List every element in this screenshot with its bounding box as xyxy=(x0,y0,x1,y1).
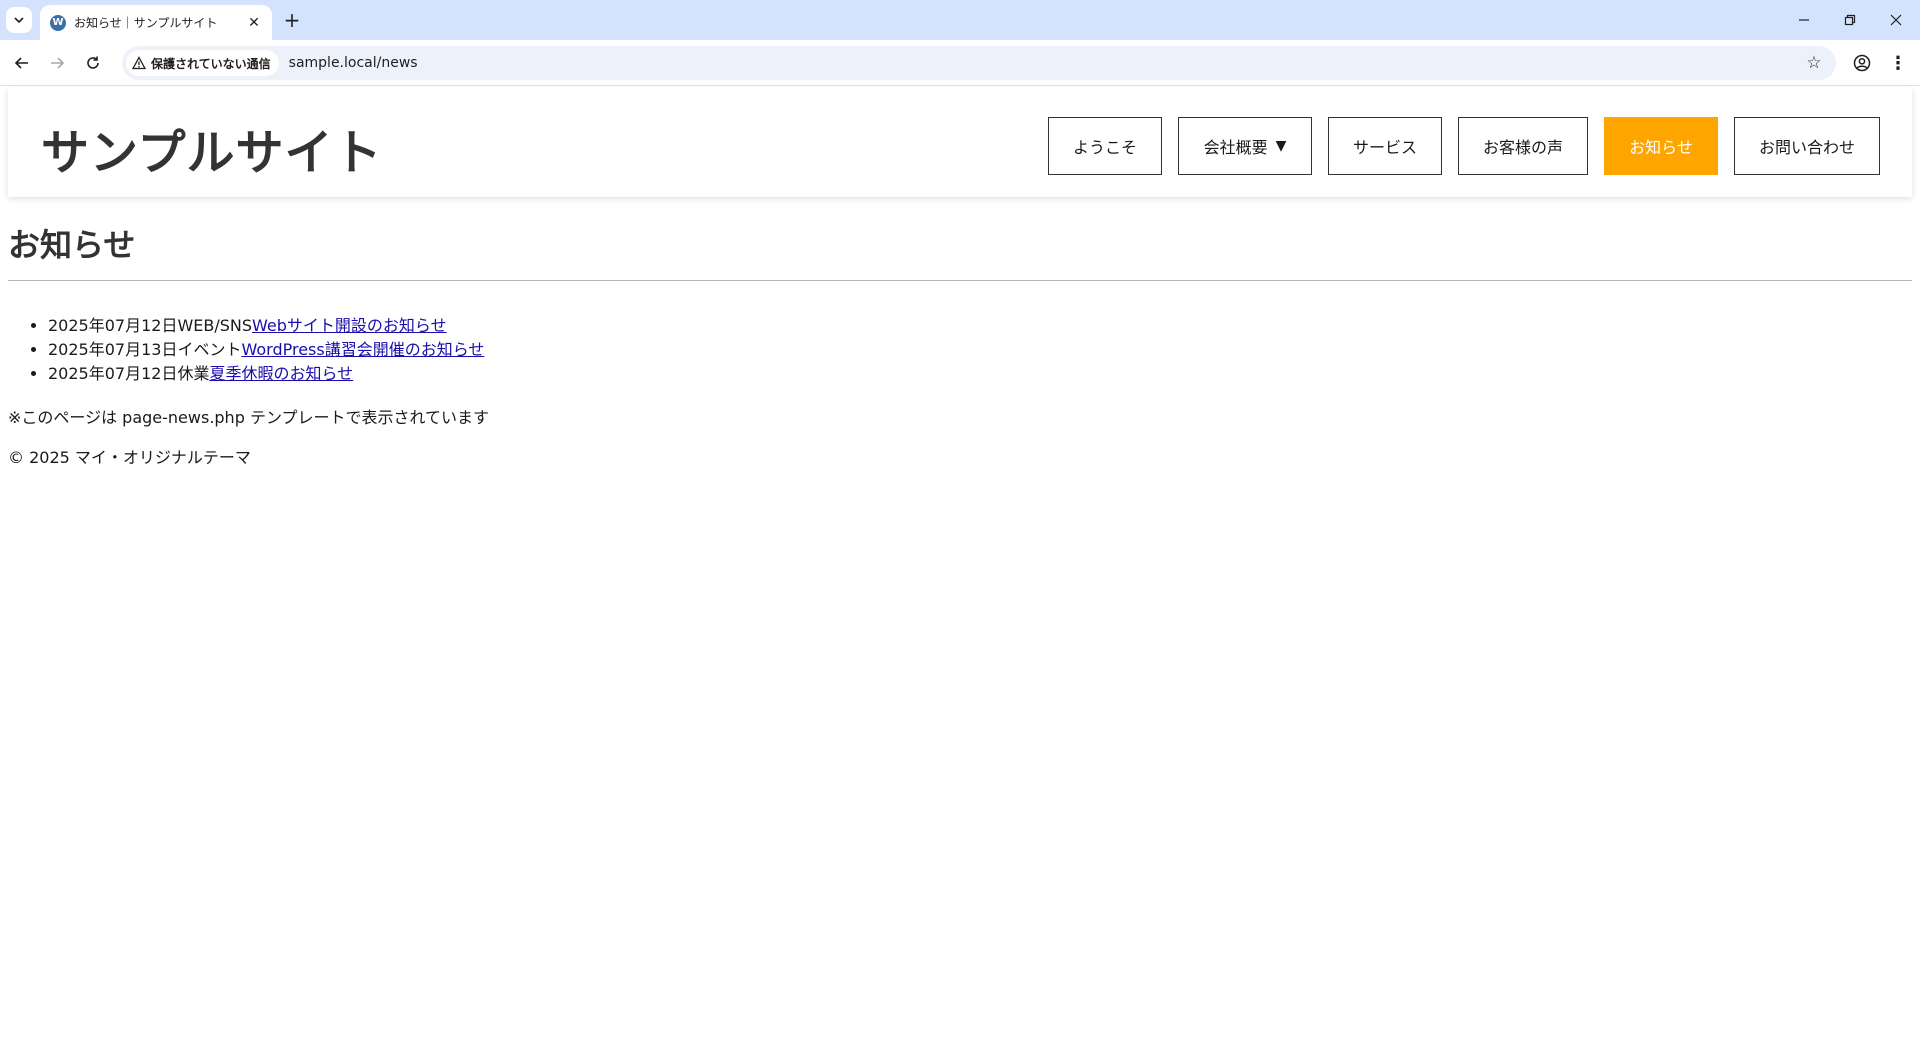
close-icon[interactable]: ✕ xyxy=(246,15,262,31)
address-bar[interactable]: 保護されていない通信 sample.local/news ☆ xyxy=(122,46,1836,80)
list-item: 2025年07月13日イベントWordPress講習会開催のお知らせ xyxy=(48,338,484,362)
restore-icon xyxy=(1844,14,1856,26)
tab-strip: W お知らせ｜サンプルサイト ✕ + xyxy=(0,0,1920,40)
news-list: 2025年07月12日WEB/SNSWebサイト開設のお知らせ 2025年07月… xyxy=(48,314,484,386)
dropdown-caret-icon: ▼ xyxy=(1275,138,1287,154)
news-link[interactable]: Webサイト開設のお知らせ xyxy=(252,316,447,335)
list-item: 2025年07月12日休業夏季休暇のお知らせ xyxy=(48,362,484,386)
nav-label: 会社概要 xyxy=(1203,138,1268,157)
nav-label: お客様の声 xyxy=(1482,138,1563,157)
site-footer: © 2025 マイ・オリジナルテーマ xyxy=(8,448,251,467)
list-item: 2025年07月12日WEB/SNSWebサイト開設のお知らせ xyxy=(48,314,484,338)
nav-item-welcome[interactable]: ようこそ xyxy=(1048,117,1162,175)
arrow-right-icon xyxy=(51,57,65,69)
nav-label: ようこそ xyxy=(1072,138,1137,157)
window-close-button[interactable] xyxy=(1876,6,1916,34)
template-note: ※このページは page-news.php テンプレートで表示されています xyxy=(8,408,489,427)
restore-button[interactable] xyxy=(1830,6,1870,34)
account-icon xyxy=(1853,54,1871,72)
news-category: イベント xyxy=(177,340,242,359)
security-chip[interactable]: 保護されていない通信 xyxy=(126,50,279,76)
url-text[interactable]: sample.local/news xyxy=(289,55,418,71)
nav-item-news[interactable]: お知らせ xyxy=(1604,117,1718,175)
page-viewport: サンプルサイト ようこそ 会社概要 ▼ サービス お客様の声 お知らせ お問い合わ… xyxy=(0,87,1920,1040)
news-date: 2025年07月12日 xyxy=(48,364,178,383)
nav-label: サービス xyxy=(1352,138,1417,157)
site-title[interactable]: サンプルサイト xyxy=(41,113,383,183)
reload-icon xyxy=(87,56,99,69)
main-nav: ようこそ 会社概要 ▼ サービス お客様の声 お知らせ お問い合わせ xyxy=(1032,117,1880,175)
browser-toolbar: 保護されていない通信 sample.local/news ☆ ⋮ xyxy=(0,40,1920,86)
nav-label: お知らせ xyxy=(1629,138,1693,157)
news-date: 2025年07月12日 xyxy=(48,316,178,335)
news-category: 休業 xyxy=(177,364,210,383)
nav-item-company[interactable]: 会社概要 ▼ xyxy=(1178,117,1312,175)
page-title: お知らせ xyxy=(8,226,136,264)
browser-tab[interactable]: W お知らせ｜サンプルサイト ✕ xyxy=(40,5,272,40)
reload-button[interactable] xyxy=(79,49,107,77)
nav-item-services[interactable]: サービス xyxy=(1328,117,1442,175)
minimize-button[interactable] xyxy=(1784,6,1824,34)
news-category: WEB/SNS xyxy=(177,316,253,335)
nav-item-testimonials[interactable]: お客様の声 xyxy=(1458,117,1588,175)
tab-title: お知らせ｜サンプルサイト xyxy=(74,16,218,30)
news-date: 2025年07月13日 xyxy=(48,340,178,359)
bookmark-star-icon[interactable]: ☆ xyxy=(1804,53,1824,73)
browser-menu-button[interactable]: ⋮ xyxy=(1884,49,1912,77)
arrow-left-icon xyxy=(14,57,28,69)
nav-item-contact[interactable]: お問い合わせ xyxy=(1734,117,1880,175)
forward-button[interactable] xyxy=(43,49,71,77)
security-label: 保護されていない通信 xyxy=(151,56,271,71)
news-link[interactable]: 夏季休暇のお知らせ xyxy=(209,364,353,383)
wordpress-icon: W xyxy=(50,14,66,31)
news-link[interactable]: WordPress講習会開催のお知らせ xyxy=(241,340,484,359)
nav-label: お問い合わせ xyxy=(1758,138,1855,157)
profile-button[interactable] xyxy=(1848,49,1876,77)
close-icon xyxy=(1890,14,1902,26)
site-header: サンプルサイト ようこそ 会社概要 ▼ サービス お客様の声 お知らせ お問い合わ… xyxy=(8,87,1912,197)
back-button[interactable] xyxy=(8,49,36,77)
warning-icon xyxy=(132,56,146,70)
chevron-down-icon xyxy=(14,17,24,24)
divider xyxy=(8,280,1912,281)
tab-search-button[interactable] xyxy=(6,7,32,33)
minimize-icon xyxy=(1799,19,1809,21)
new-tab-button[interactable]: + xyxy=(280,8,304,32)
